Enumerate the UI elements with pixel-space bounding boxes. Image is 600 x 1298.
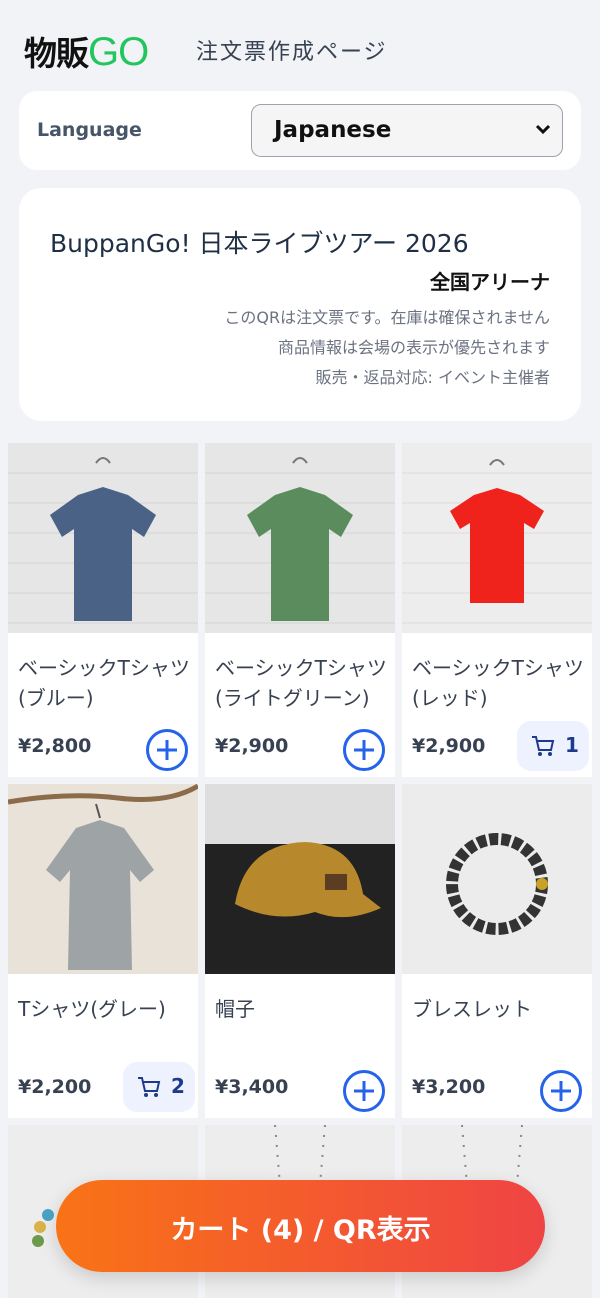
cart-qr-button-label: カート (4) / QR表示 (170, 1215, 431, 1246)
product-image (8, 443, 198, 633)
cart-icon (532, 736, 555, 756)
event-note: 販売・返品対応: イベント主催者 (315, 368, 550, 387)
product-name: 帽子 (215, 997, 255, 1021)
logo-jp: 物販 (24, 34, 89, 73)
product-card[interactable]: ベーシックTシャツ (ブルー) ¥2,800 (8, 443, 198, 777)
cart-icon (138, 1077, 161, 1097)
chevron-down-icon (535, 124, 551, 135)
event-note: 商品情報は会場の表示が優先されます (277, 338, 550, 357)
event-title: BuppanGo! 日本ライブツアー 2026 (50, 229, 469, 258)
product-price: ¥3,200 (412, 1076, 486, 1098)
product-card[interactable]: ベーシックTシャツ (ライトグリーン) ¥2,900 (205, 443, 395, 777)
brand-logo[interactable]: 物販GO (24, 30, 149, 76)
add-to-cart-button[interactable] (343, 729, 385, 771)
event-info-card: BuppanGo! 日本ライブツアー 2026 全国アリーナ このQRは注文票で… (19, 188, 581, 421)
language-select[interactable]: Japanese (251, 104, 563, 157)
product-image (205, 443, 395, 633)
event-note: このQRは注文票です。在庫は確保されません (224, 308, 550, 327)
add-to-cart-button[interactable] (540, 1070, 582, 1112)
language-selected-value: Japanese (274, 117, 392, 143)
product-price: ¥2,900 (412, 735, 486, 757)
product-price: ¥2,900 (215, 735, 289, 757)
in-cart-badge[interactable]: 1 (517, 721, 589, 771)
logo-go: GO (88, 30, 149, 74)
product-name: ブレスレット (412, 997, 532, 1021)
in-cart-badge[interactable]: 2 (123, 1062, 195, 1112)
product-price: ¥3,400 (215, 1076, 289, 1098)
product-image (402, 784, 592, 974)
cart-quantity: 2 (171, 1074, 185, 1098)
page-title: 注文票作成ページ (196, 40, 388, 65)
product-card[interactable]: ブレスレット ¥3,200 (402, 784, 592, 1118)
product-card[interactable]: ベーシックTシャツ (レッド) ¥2,900 1 (402, 443, 592, 777)
language-card: Language Japanese (19, 91, 581, 170)
product-card[interactable]: Tシャツ(グレー) ¥2,200 2 (8, 784, 198, 1118)
product-name: Tシャツ(グレー) (18, 997, 166, 1021)
language-label: Language (37, 119, 142, 141)
add-to-cart-button[interactable] (146, 729, 188, 771)
product-image (8, 784, 198, 974)
product-name: ベーシックTシャツ (ブルー) (18, 656, 190, 710)
product-image (402, 443, 592, 633)
product-name: ベーシックTシャツ (ライトグリーン) (215, 656, 387, 710)
product-name: ベーシックTシャツ (レッド) (412, 656, 584, 710)
event-venue: 全国アリーナ (430, 270, 550, 294)
product-price: ¥2,200 (18, 1076, 92, 1098)
cart-qr-button[interactable]: カート (4) / QR表示 (56, 1180, 545, 1272)
product-image (205, 784, 395, 974)
add-to-cart-button[interactable] (343, 1070, 385, 1112)
product-price: ¥2,800 (18, 735, 92, 757)
product-card[interactable]: 帽子 ¥3,400 (205, 784, 395, 1118)
header: 物販GO 注文票作成ページ (0, 0, 600, 92)
cart-quantity: 1 (565, 733, 579, 757)
